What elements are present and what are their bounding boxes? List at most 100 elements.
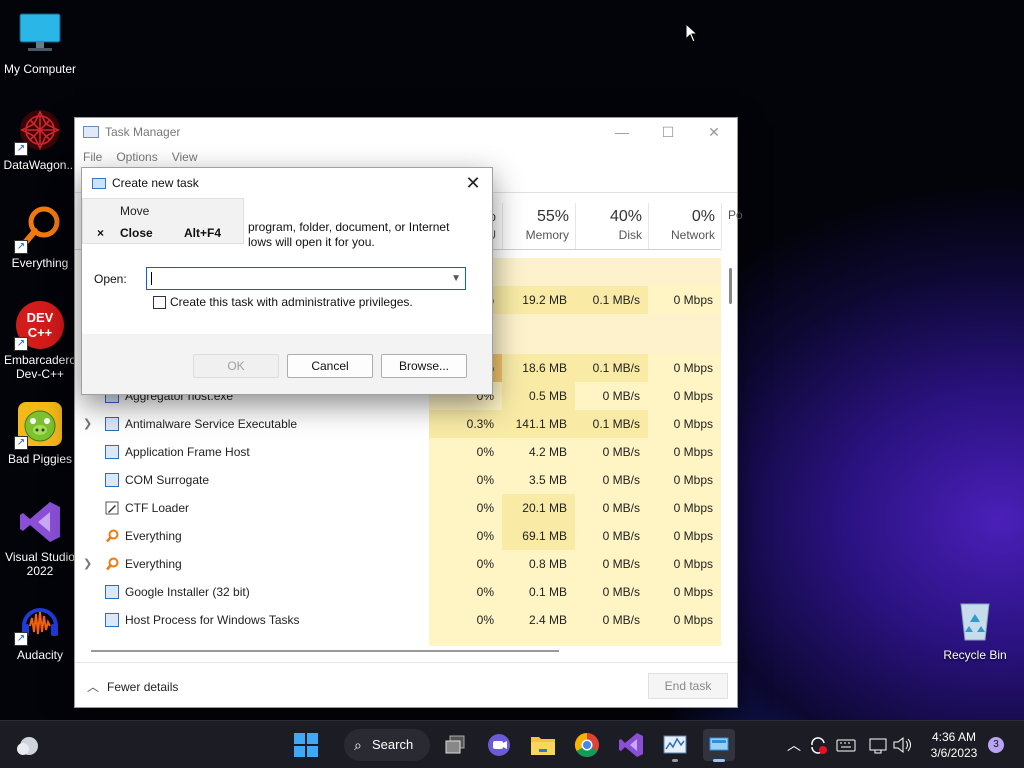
cancel-button[interactable]: Cancel <box>287 354 373 378</box>
maximize-button[interactable]: ☐ <box>645 118 691 146</box>
admin-privileges-checkbox[interactable]: Create this task with administrative pri… <box>153 295 413 309</box>
table-row[interactable]: Google Installer (32 bit) 0% 0.1 MB 0 MB… <box>75 578 721 606</box>
menu-options[interactable]: Options <box>116 150 157 164</box>
ok-button[interactable]: OK <box>193 354 279 378</box>
dialog-titlebar[interactable]: Create new task <box>92 176 199 190</box>
chrome-icon[interactable] <box>571 729 603 761</box>
desktop-icon-label: Audacity <box>16 648 64 662</box>
desktop-icon-everything[interactable]: ↗ Everything <box>0 204 80 270</box>
expand-chevron-icon[interactable]: ❯ <box>83 410 92 438</box>
table-row[interactable]: Everything 0% 69.1 MB 0 MB/s 0 Mbps <box>75 522 721 550</box>
bad-piggies-icon: ↗ <box>14 400 64 450</box>
vertical-scrollbar[interactable] <box>729 268 732 304</box>
volume-icon[interactable] <box>890 729 914 761</box>
desktop-icon-devcpp[interactable]: DEV C++ ↗ Embarcadero Dev-C++ <box>0 301 80 381</box>
app-window-icon <box>105 473 119 487</box>
network-icon[interactable] <box>866 729 890 761</box>
clock-time: 4:36 AM <box>931 730 977 744</box>
menu-file[interactable]: File <box>83 150 102 164</box>
clock-date: 3/6/2023 <box>930 746 978 760</box>
desktop-icon-visual-studio[interactable]: Visual Studio 2022 <box>0 498 80 578</box>
menu-bar: File Options View <box>75 146 737 168</box>
chevron-down-icon[interactable]: ▼ <box>451 268 461 289</box>
dialog-body <box>82 168 492 334</box>
app-window-icon <box>105 417 119 431</box>
desktop-icon-datawagon[interactable]: ↗ DataWagon... <box>0 106 80 172</box>
desktop-icon-label: Visual Studio 2022 <box>5 550 75 578</box>
sync-alert-icon[interactable] <box>806 729 830 761</box>
mouse-cursor-icon <box>685 23 699 43</box>
minimize-button[interactable]: — <box>599 118 645 146</box>
shortcut-arrow-icon: ↗ <box>14 337 28 351</box>
open-combobox[interactable]: ▼ <box>146 267 466 290</box>
keyboard-icon[interactable] <box>834 729 858 761</box>
start-windows-icon[interactable] <box>290 729 322 761</box>
magnifier-orange-icon <box>105 529 119 543</box>
magnifier-orange-icon: ↗ <box>14 204 64 254</box>
menu-view[interactable]: View <box>172 150 198 164</box>
open-label: Open: <box>94 272 127 286</box>
close-glyph-icon: × <box>97 226 105 240</box>
desktop-icon-my-computer[interactable]: My Computer <box>0 10 80 76</box>
file-explorer-icon[interactable] <box>527 729 559 761</box>
shortcut-label: Alt+F4 <box>184 226 222 240</box>
column-header-disk[interactable]: 40% Disk <box>575 203 648 249</box>
horizontal-scrollbar[interactable] <box>91 650 559 652</box>
taskbar-clock[interactable]: 4:36 AM 3/6/2023 <box>922 729 986 761</box>
expand-chevron-icon[interactable]: ❯ <box>83 550 92 578</box>
shortcut-arrow-icon: ↗ <box>14 436 28 450</box>
desktop-icon-label: Bad Piggies <box>7 452 73 466</box>
table-row[interactable]: Application Frame Host 0% 4.2 MB 0 MB/s … <box>75 438 721 466</box>
close-button[interactable]: ✕ <box>691 118 737 146</box>
table-row[interactable]: Host Process for Windows Tasks 0% 2.4 MB… <box>75 606 721 634</box>
desktop-icon-audacity[interactable]: ↗ Audacity <box>0 596 80 662</box>
desktop-icon-label: My Computer <box>3 62 77 76</box>
app-window-icon <box>105 585 119 599</box>
menu-item-close[interactable]: × Close Alt+F4 <box>83 222 243 244</box>
running-indicator <box>672 759 678 762</box>
task-view-icon[interactable] <box>440 729 472 761</box>
shortcut-arrow-icon: ↗ <box>14 632 28 646</box>
browse-button[interactable]: Browse... <box>381 354 467 378</box>
monitor-icon <box>16 10 64 58</box>
recycle-bin-icon <box>951 596 999 644</box>
dialog-close-button[interactable]: ✕ <box>462 172 484 194</box>
desktop-icon-recycle-bin[interactable]: Recycle Bin <box>935 596 1015 662</box>
column-header-power[interactable]: Po <box>721 203 743 249</box>
notification-count-badge[interactable]: 3 <box>988 737 1004 753</box>
task-manager-icon <box>83 126 99 138</box>
datawagon-icon: ↗ <box>14 106 64 156</box>
menu-item-move[interactable]: Move <box>83 200 243 222</box>
audacity-icon: ↗ <box>14 596 64 646</box>
desktop-icon-bad-piggies[interactable]: ↗ Bad Piggies <box>0 400 80 466</box>
run-taskbar-icon[interactable] <box>703 729 735 762</box>
teams-chat-icon[interactable] <box>483 729 515 761</box>
column-header-memory[interactable]: 55% Memory <box>502 203 575 249</box>
devcpp-icon: DEV C++ ↗ <box>14 301 64 351</box>
task-manager-footer: ︿ Fewer details End task <box>75 662 737 708</box>
magnifier-orange-icon <box>105 557 119 571</box>
dialog-title: Create new task <box>112 176 199 190</box>
end-task-button[interactable]: End task <box>648 673 728 699</box>
taskbar-search-button[interactable]: ⌕ Search <box>344 729 430 761</box>
task-manager-taskbar-icon[interactable] <box>659 729 691 762</box>
search-icon: ⌕ <box>354 737 362 753</box>
table-row[interactable]: CTF Loader 0% 20.1 MB 0 MB/s 0 Mbps <box>75 494 721 522</box>
visual-studio-taskbar-icon[interactable] <box>615 729 647 761</box>
checkbox-box[interactable] <box>153 295 166 309</box>
shortcut-arrow-icon: ↗ <box>14 240 28 254</box>
weather-cloud-icon[interactable] <box>12 729 44 761</box>
active-indicator <box>713 759 725 762</box>
visual-studio-icon <box>16 498 64 546</box>
app-window-icon <box>105 445 119 459</box>
table-row[interactable]: ❯ Everything 0% 0.8 MB 0 MB/s 0 Mbps <box>75 550 721 578</box>
table-row[interactable]: ❯ Antimalware Service Executable 0.3% 14… <box>75 410 721 438</box>
dialog-description: program, folder, document, or Internet l… <box>248 220 450 249</box>
window-controls: — ☐ ✕ <box>599 118 737 146</box>
desktop-icon-label: Recycle Bin <box>943 648 1007 662</box>
desktop-icon-label: Everything <box>11 256 69 270</box>
table-row[interactable]: COM Surrogate 0% 3.5 MB 0 MB/s 0 Mbps <box>75 466 721 494</box>
column-header-network[interactable]: 0% Network <box>648 203 721 249</box>
chevron-up-tray-icon[interactable]: ︿ <box>780 729 808 761</box>
fewer-details-button[interactable]: ︿ Fewer details <box>87 678 178 695</box>
